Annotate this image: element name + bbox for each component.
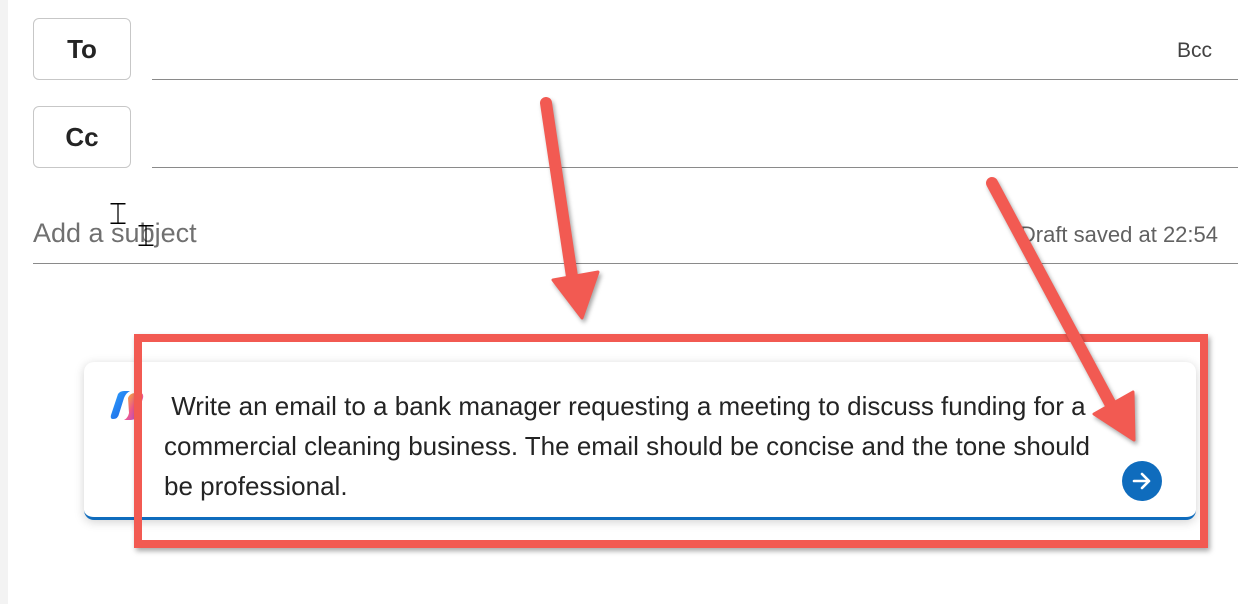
cc-field[interactable] — [152, 167, 1238, 168]
bcc-button[interactable]: Bcc — [1177, 39, 1212, 63]
subject-underline — [33, 263, 1238, 264]
to-field[interactable] — [152, 79, 1238, 80]
left-border — [0, 0, 8, 604]
to-button[interactable]: To — [33, 18, 131, 80]
annotation-highlight-box — [134, 334, 1208, 548]
arrow-1 — [540, 97, 580, 296]
text-cursor-icon: ⌶ — [109, 197, 127, 232]
text-cursor-icon: ⌶ — [137, 219, 155, 254]
draft-status: Draft saved at 22:54 — [1019, 222, 1218, 247]
arrow-1-head — [551, 270, 600, 320]
cc-button[interactable]: Cc — [33, 106, 131, 168]
